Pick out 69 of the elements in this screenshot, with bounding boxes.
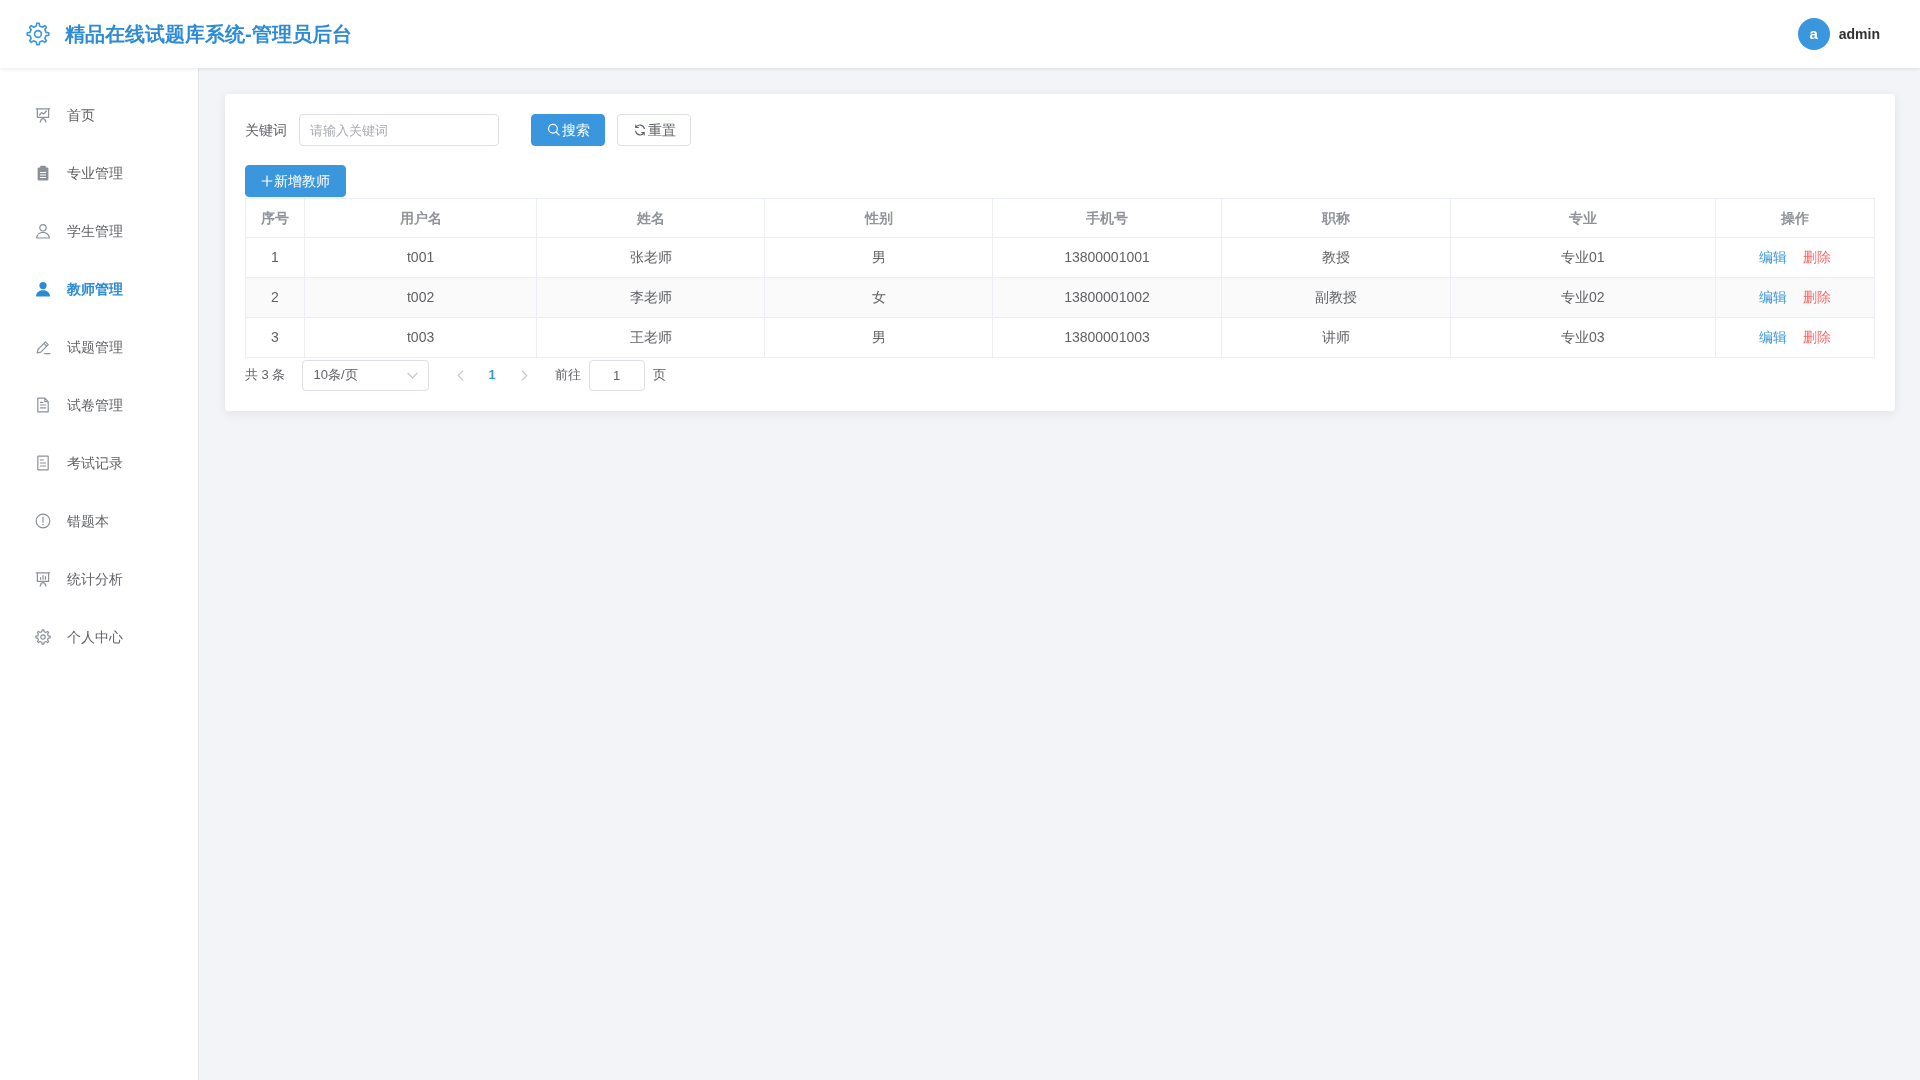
table-cell: t002 [304,277,537,318]
column-header: 性别 [764,198,993,238]
table-cell: 王老师 [536,317,765,358]
table-cell: 13800001002 [992,277,1222,318]
user-name: admin [1838,24,1880,44]
table-cell: 1 [245,237,305,278]
column-header: 专业 [1450,198,1716,238]
sidebar-item[interactable]: 考试记录 [0,434,198,492]
total-count: 共 3 条 [245,366,286,385]
table-cell: 2 [245,277,305,318]
person-icon [35,281,51,297]
column-header: 序号 [245,198,305,238]
page-size-select[interactable]: 10条/页 [302,359,430,391]
chevron-left-icon [457,369,465,381]
sidebar-item[interactable]: 试题管理 [0,318,198,376]
user-avatar: a [1797,18,1830,50]
sidebar-item[interactable]: 试卷管理 [0,376,198,434]
sidebar-item[interactable]: 个人中心 [0,608,198,666]
plus-icon [261,175,273,187]
search-field[interactable]: 请输入关键词 [299,114,499,146]
edit-link[interactable]: 编辑 [1758,329,1787,345]
sidebar-item[interactable]: 统计分析 [0,550,198,608]
caret-down-icon [407,371,419,379]
table-cell: 李老师 [536,277,765,318]
column-header: 职称 [1221,198,1451,238]
sidebar-item[interactable]: 学生管理 [0,202,198,260]
table-cell: 3 [245,317,305,358]
list-document-icon [35,455,51,471]
column-header: 手机号 [992,198,1222,238]
bar-chart-board-icon [35,571,51,587]
chevron-right-icon [520,369,528,381]
reset-button[interactable]: 重置 [617,114,691,146]
table-cell: 专业03 [1450,317,1716,358]
table-cell: 男 [764,317,993,358]
table-cell: 专业02 [1450,277,1716,318]
search-icon [546,123,561,137]
table-cell: t003 [304,317,537,358]
warning-circle-icon [35,513,51,529]
table-cell: 讲师 [1221,317,1451,358]
table-cell: 张老师 [536,237,765,278]
table-cell: 13800001001 [992,237,1222,278]
table-cell: 教授 [1221,237,1451,278]
table-cell: 男 [764,237,993,278]
table-cell: t001 [304,237,537,278]
table-cell: 副教授 [1221,277,1451,318]
table-cell: 专业01 [1450,237,1716,278]
page-suffix: 页 [652,366,666,385]
sidebar-item[interactable]: 错题本 [0,492,198,550]
pencil-icon [35,339,51,355]
table-cell: 13800001003 [992,317,1222,358]
sidebar-item[interactable]: 首页 [0,86,198,144]
chart-board-icon [35,107,51,123]
column-header: 用户名 [304,198,537,238]
clipboard-icon [35,165,51,181]
sidebar-item[interactable]: 教师管理 [0,260,198,318]
document-icon [35,397,51,413]
page-input[interactable]: 1 [588,359,645,391]
edit-link[interactable]: 编辑 [1758,249,1787,265]
table-cell: 女 [764,277,993,318]
refresh-icon [632,123,647,137]
settings-icon [26,22,50,46]
person-icon [35,223,51,239]
field-label: 关键词 [245,120,287,140]
goto-label: 前往 [554,366,581,385]
sidebar-item[interactable]: 专业管理 [0,144,198,202]
settings-icon [35,629,51,645]
column-header: 姓名 [536,198,765,238]
app-title: 精品在线试题库系统-管理员后台 [65,22,352,47]
column-header: 操作 [1715,198,1875,238]
